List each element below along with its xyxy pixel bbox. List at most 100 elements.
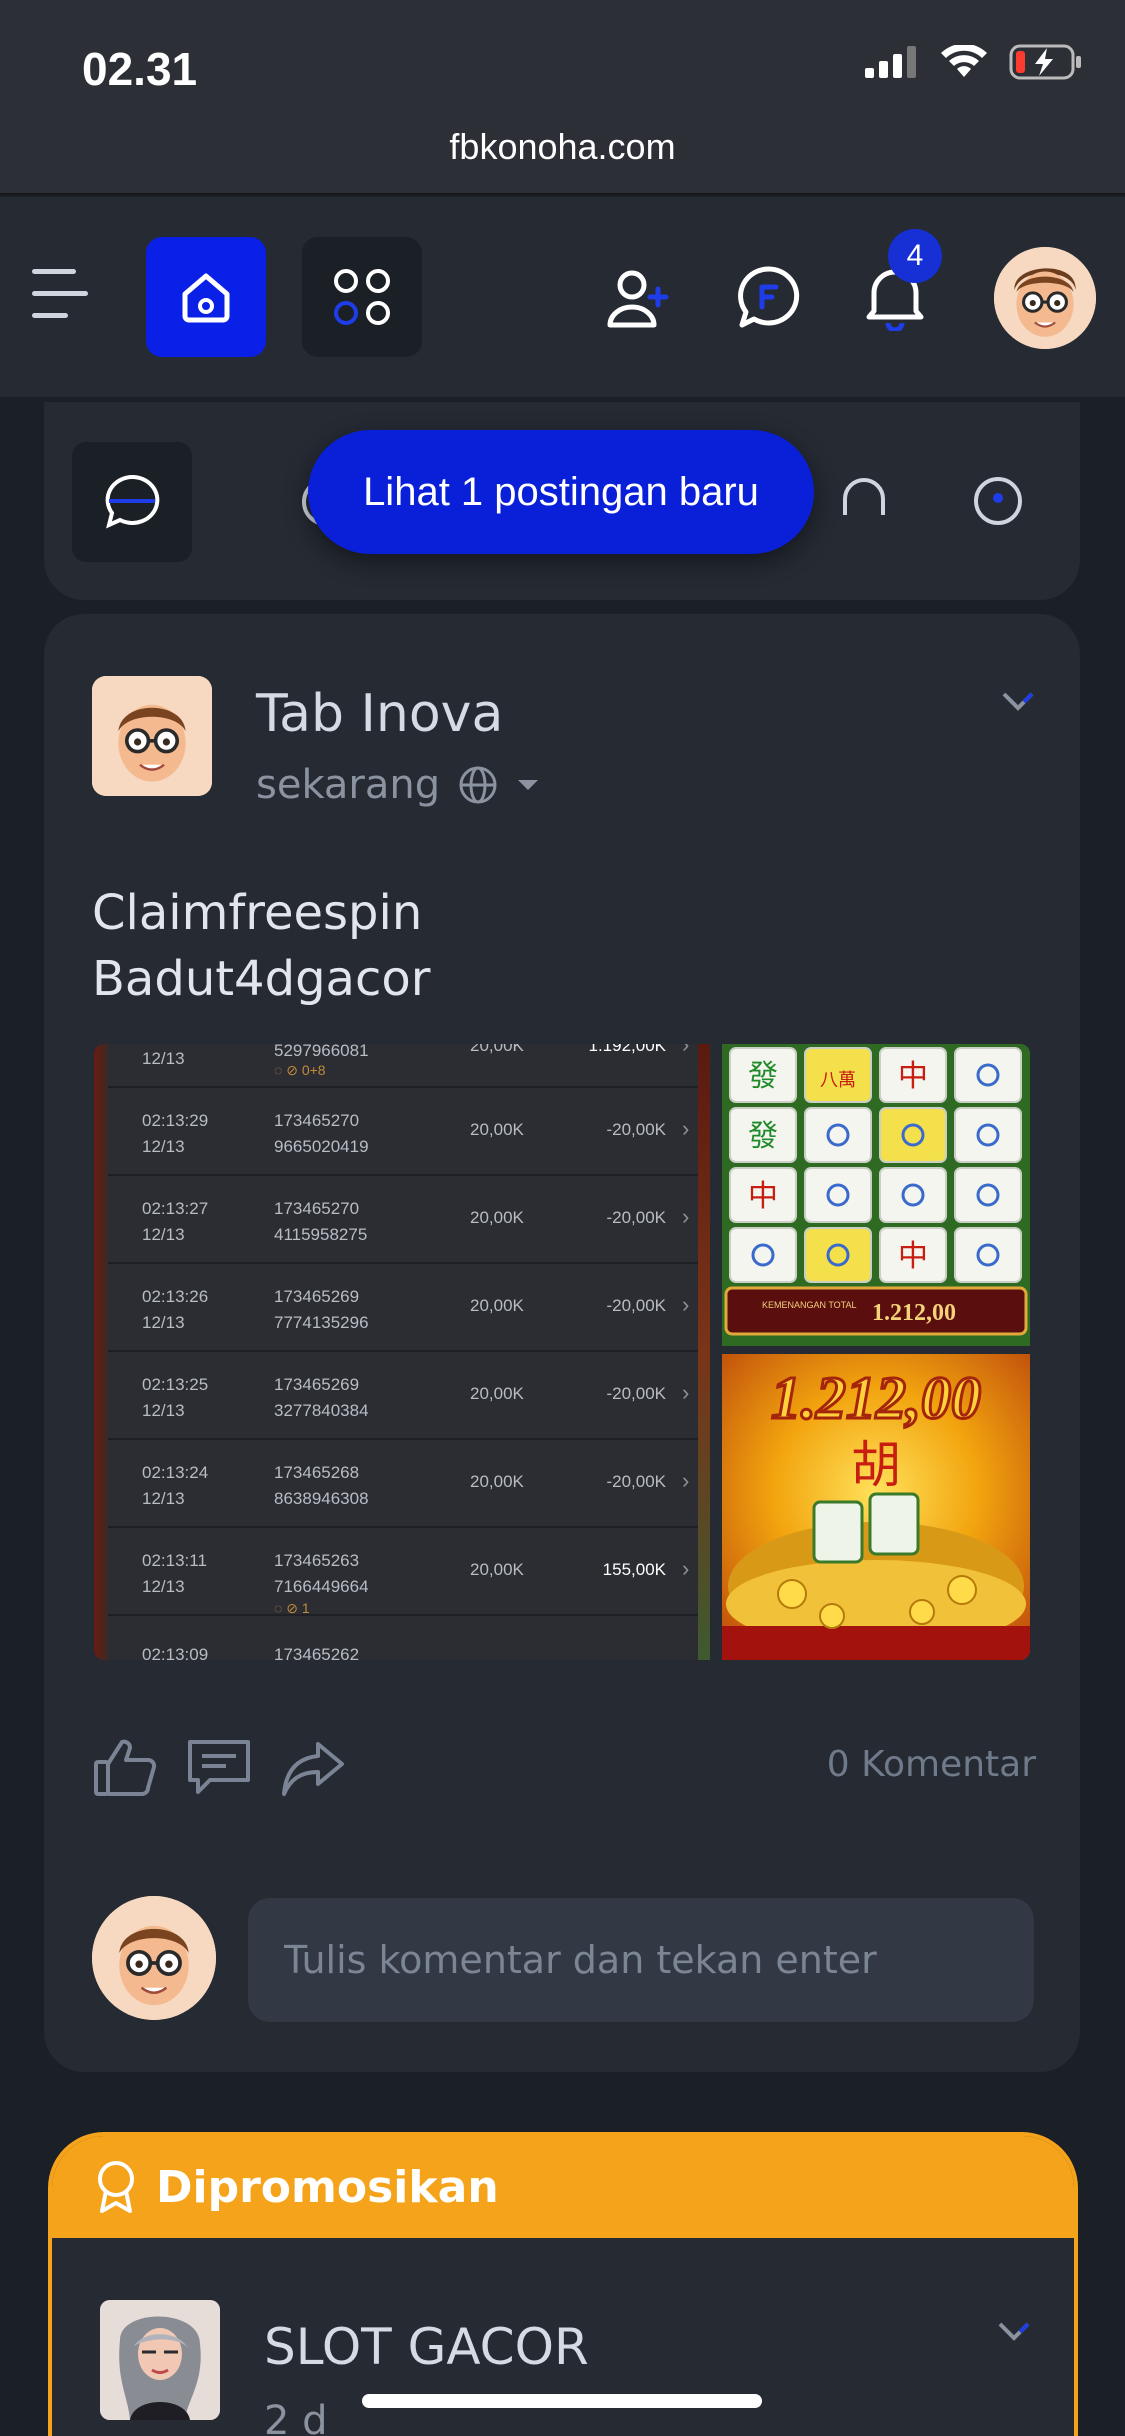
comment-input[interactable] (248, 1898, 1034, 2022)
bet-time: 02:13:24 12/13 (142, 1463, 209, 1508)
signal-icon (865, 46, 916, 78)
win-amount: -20,00K (606, 1208, 666, 1227)
bet-history-row: 02:13:25 12/13 173465269 3277840384 20,00K -2… (108, 1352, 698, 1440)
home-button[interactable] (146, 237, 266, 357)
win-amount: 155,00K (602, 1560, 666, 1579)
bet-history-row: 02:13:27 12/13 173465270 4115958275 20,00K -2… (108, 1176, 698, 1264)
slot-total-label: KEMENANGAN TOTAL (762, 1300, 857, 1310)
bet-time: 02:13:26 12/13 (142, 1287, 209, 1332)
home-indicator[interactable] (362, 2394, 762, 2408)
bet-id: 173465263 7166449664 (274, 1551, 369, 1596)
bet-history-row: 12/13 5297966081 20,00K 1.192,00K › ◌ ⊘ 0+8 (108, 1044, 698, 1088)
comment-user-avatar (92, 1896, 216, 2020)
mahjong-tile-glyph: 中 (748, 1179, 778, 1214)
chevron-right-icon: › (682, 1468, 690, 1493)
post-body: Claimfreespin Badut4dgacor (92, 880, 430, 1012)
home-icon (182, 273, 230, 323)
bonus-indicator: ◌ ⊘ 0+8 (274, 1062, 326, 1078)
bet-amount: 20,00K (470, 1384, 524, 1403)
url-bar[interactable]: fbkonoha.com (0, 126, 1125, 168)
win-amount: 1.192,00K (588, 1044, 666, 1055)
mahjong-tile (729, 1227, 797, 1283)
comment-count[interactable]: 0 Komentar (827, 1744, 1036, 1785)
mahjong-tile (804, 1227, 872, 1283)
chevron-right-icon: › (682, 1380, 690, 1405)
memoji-avatar-image (92, 1896, 216, 2020)
promoted-header: Dipromosikan (52, 2136, 1074, 2238)
bet-time: 02:13:25 12/13 (142, 1375, 209, 1420)
bet-id: 173465270 9665020419 (274, 1111, 369, 1156)
big-win-amount: 1.212,00 (771, 1365, 981, 1431)
bet-amount: 20,00K (470, 1044, 524, 1055)
notification-badge: 4 (888, 229, 942, 283)
post-image-gallery[interactable]: 12/13 5297966081 20,00K 1.192,00K › ◌ ⊘ 0+8 02… (94, 1044, 1030, 1660)
bet-history-row: 02:13:11 12/13 173465263 7166449664 20,00K 15… (108, 1528, 698, 1616)
mahjong-board: 發八萬 中發中中 KEMENANGAN TOTAL 1.212,00 (722, 1044, 1030, 1346)
bet-time: 02:13:09 (142, 1645, 209, 1660)
mahjong-tile (879, 1107, 947, 1163)
bonus-indicator: ◌ ⊘ 1 (274, 1600, 310, 1616)
caret-down-icon[interactable] (516, 778, 540, 792)
mahjong-tile (804, 1107, 872, 1163)
mahjong-tile-glyph: 八萬 (820, 1070, 856, 1091)
big-win-image[interactable]: 1.212,00 胡 (722, 1354, 1030, 1660)
globe-icon[interactable] (458, 765, 498, 805)
post-options-button[interactable] (1000, 690, 1036, 719)
shortcut-location[interactable] (938, 442, 1058, 562)
slot-total-value: 1.212,00 (872, 1300, 956, 1326)
bet-amount: 20,00K (470, 1472, 524, 1491)
apps-button[interactable] (302, 237, 422, 357)
mahjong-tile (954, 1227, 1022, 1283)
mahjong-tile-glyph: 發 (748, 1119, 778, 1154)
mahjong-tile (954, 1107, 1022, 1163)
menu-icon[interactable] (32, 269, 88, 321)
messages-button[interactable] (734, 263, 804, 333)
chevron-down-icon (1002, 692, 1034, 711)
profile-photo-image (100, 2300, 220, 2420)
bet-history-image[interactable]: 12/13 5297966081 20,00K 1.192,00K › ◌ ⊘ 0+8 02… (94, 1044, 710, 1660)
promoted-avatar[interactable] (100, 2300, 220, 2420)
comment-icon[interactable] (186, 1736, 252, 1798)
win-amount: -20,00K (606, 1120, 666, 1139)
promoted-post-card: Dipromosikan SLOT GACOR 2 d (48, 2132, 1078, 2436)
status-icons (865, 44, 1083, 80)
bet-id: 173465269 7774135296 (274, 1287, 369, 1332)
new-posts-button[interactable]: Lihat 1 postingan baru (308, 430, 814, 554)
apps-icon (334, 269, 390, 325)
post-actions (92, 1736, 346, 1798)
mahjong-slot-image[interactable]: 發八萬中發中中 KEMENANGAN TOTAL 1.212,00 (722, 1044, 1030, 1346)
promoted-name[interactable]: SLOT GACOR (264, 2318, 589, 2376)
wifi-icon (941, 45, 987, 77)
shortcut-feed[interactable] (72, 442, 192, 562)
promoted-options-button[interactable] (996, 2320, 1032, 2349)
memoji-avatar-image (92, 676, 212, 796)
bell-outline-icon (843, 478, 885, 515)
mahjong-tile-glyph: 發 (748, 1059, 778, 1094)
location-pin-icon (974, 477, 1022, 525)
post-author-avatar[interactable] (92, 676, 212, 796)
bet-time: 02:13:11 12/13 (142, 1551, 207, 1596)
share-icon[interactable] (280, 1736, 346, 1798)
promoted-label: Dipromosikan (156, 2161, 499, 2213)
bet-history-row: 02:13:24 12/13 173465268 8638946308 20,00K -2… (108, 1440, 698, 1528)
messenger-icon (738, 266, 800, 328)
post-author-name[interactable]: Tab Inova (256, 684, 503, 744)
bet-id: 173465268 8638946308 (274, 1463, 369, 1508)
memoji-avatar-image (994, 247, 1096, 349)
win-amount: -20,00K (606, 1296, 666, 1315)
chevron-right-icon: › (682, 1292, 690, 1317)
shortcut-notifications[interactable] (804, 442, 924, 562)
friend-requests-button[interactable] (604, 263, 674, 333)
add-friend-icon (607, 270, 669, 328)
bet-time: 12/13 (142, 1049, 185, 1068)
post-meta: sekarang (256, 762, 540, 808)
chevron-right-icon: › (682, 1116, 690, 1141)
bet-id: 5297966081 (274, 1044, 369, 1060)
promoted-timestamp: 2 d (264, 2398, 328, 2436)
like-icon[interactable] (92, 1736, 158, 1798)
bet-history-row: 02:13:09 173465262 (108, 1622, 698, 1660)
bet-id: 173465262 (274, 1645, 360, 1660)
post-text-line: Claimfreespin (92, 885, 423, 941)
avatar[interactable] (994, 247, 1096, 349)
mahjong-tile (804, 1167, 872, 1223)
